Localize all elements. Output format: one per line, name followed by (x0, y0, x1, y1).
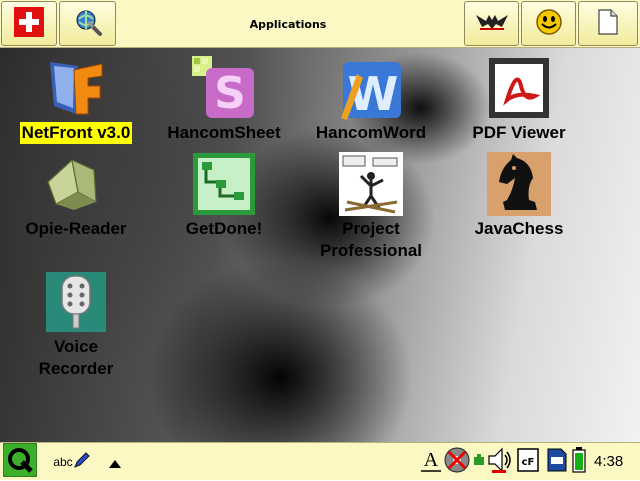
app-javachess[interactable]: JavaChess (444, 152, 594, 240)
input-method-button[interactable]: abc (50, 449, 94, 475)
app-label: Project Professional (319, 219, 423, 260)
app-label: GetDone! (185, 219, 263, 238)
project-professional-icon (339, 152, 403, 216)
triangle-up-icon (109, 453, 121, 472)
input-method-menu-button[interactable] (106, 449, 124, 475)
start-menu-button[interactable] (2, 442, 38, 481)
app-hancomword[interactable]: W HancomWord (296, 56, 446, 144)
globe-wrench-icon (73, 7, 103, 41)
pen-icon (73, 451, 91, 473)
app-label: Opie-Reader (25, 219, 127, 238)
netfront-icon (44, 56, 108, 120)
chess-knight-icon (487, 152, 551, 216)
cf-card-status[interactable]: cF (516, 448, 540, 476)
svg-text:S: S (214, 68, 246, 119)
cd-no-icon (443, 446, 471, 478)
hancomsheet-icon: S (192, 56, 256, 120)
app-voice-recorder[interactable]: Voice Recorder (1, 270, 151, 380)
hancomword-icon: W (339, 56, 403, 121)
microphone-icon (44, 270, 108, 334)
q-logo-icon (2, 442, 38, 481)
smiley-button[interactable] (521, 1, 576, 46)
network-plug-icon (473, 453, 485, 472)
top-bar: Applications (0, 0, 640, 48)
pdf-viewer-icon (487, 56, 551, 120)
app-label: NetFront v3.0 (19, 122, 133, 144)
document-button[interactable] (578, 1, 638, 46)
batman-button[interactable] (464, 1, 519, 46)
sd-card-icon (547, 448, 567, 476)
tools-button[interactable] (59, 1, 116, 46)
home-button[interactable] (1, 1, 57, 46)
speaker-icon (486, 446, 514, 478)
cf-card-icon: cF (517, 448, 539, 476)
getdone-icon (192, 152, 256, 216)
window-title: Applications (249, 17, 327, 31)
blank-document-icon (597, 8, 619, 39)
app-getdone[interactable]: GetDone! (149, 152, 299, 240)
sd-card-status[interactable] (546, 448, 568, 476)
book-icon (44, 152, 108, 216)
smiley-face-icon (535, 8, 563, 40)
clock[interactable]: 4:38 (594, 443, 623, 481)
battery-status[interactable] (570, 447, 588, 477)
svg-text:A: A (424, 449, 439, 471)
font-size-button[interactable]: A (420, 449, 442, 475)
app-project-professional[interactable]: Project Professional (296, 152, 446, 262)
bat-logo-icon (474, 11, 510, 37)
letter-a-icon: A (420, 447, 442, 477)
swiss-cross-icon (14, 6, 44, 41)
app-label: JavaChess (474, 219, 564, 238)
app-hancomsheet[interactable]: S HancomSheet (149, 56, 299, 144)
app-opie-reader[interactable]: Opie-Reader (1, 152, 151, 240)
taskbar: abc A cF 4:38 (0, 442, 640, 480)
svg-text:cF: cF (522, 457, 535, 468)
network-status[interactable] (472, 449, 486, 475)
app-label: Voice Recorder (38, 337, 114, 378)
app-label: PDF Viewer (472, 123, 566, 142)
app-label: HancomSheet (167, 123, 281, 142)
keyboard-label: abc (53, 455, 73, 469)
app-netfront[interactable]: NetFront v3.0 (1, 56, 151, 144)
volume-button[interactable] (486, 446, 514, 478)
battery-icon (572, 447, 586, 477)
desktop: NetFront v3.0 S HancomSheet W HancomWord (0, 48, 640, 442)
app-pdf-viewer[interactable]: PDF Viewer (444, 56, 594, 144)
disc-status-button[interactable] (442, 446, 472, 478)
app-label: HancomWord (315, 123, 427, 142)
